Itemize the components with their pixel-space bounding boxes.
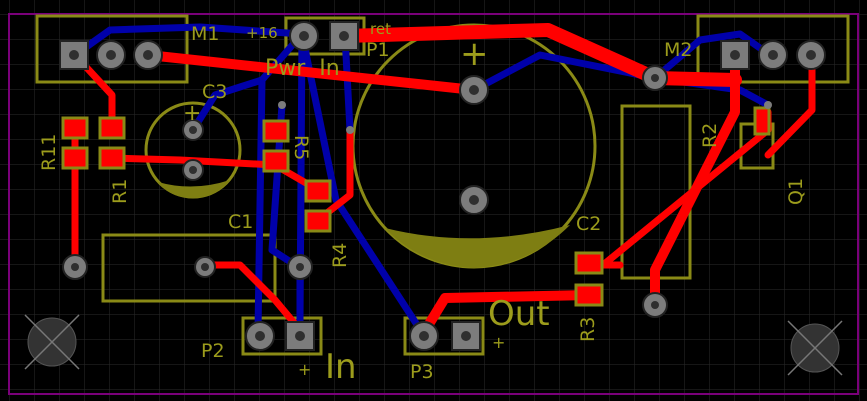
label-r5: R5 [290,135,312,160]
label-plus16: +16 [246,24,278,42]
pcb-layout: M1 M2 +16 ret P1 Pwr In C3 + + R5 R4 R11… [0,0,867,401]
label-p1: P1 [366,39,390,61]
label-plus-c3: + [183,101,201,126]
label-p2: P2 [201,340,225,362]
label-r1: R1 [109,179,131,204]
label-c3: C3 [202,81,227,103]
label-ret: ret [370,20,391,38]
label-plus-p3: + [492,333,505,352]
mounting-hole-right [787,320,843,376]
label-plus-big-cap: + [460,34,489,74]
label-m2: M2 [664,39,692,61]
label-q1: Q1 [785,178,807,205]
label-r3: R3 [577,317,599,342]
label-r2: R2 [699,123,721,148]
label-out: Out [488,294,550,334]
label-c1: C1 [228,211,253,233]
label-in: In [325,347,357,387]
label-r11: R11 [38,134,60,171]
mounting-hole-left [24,314,80,370]
label-m1: M1 [191,23,219,45]
label-r4: R4 [329,243,351,268]
label-pwr-in: Pwr In [265,56,340,81]
label-p3: P3 [410,361,434,383]
label-plus-p2: + [298,360,311,379]
label-c2: C2 [576,213,601,235]
